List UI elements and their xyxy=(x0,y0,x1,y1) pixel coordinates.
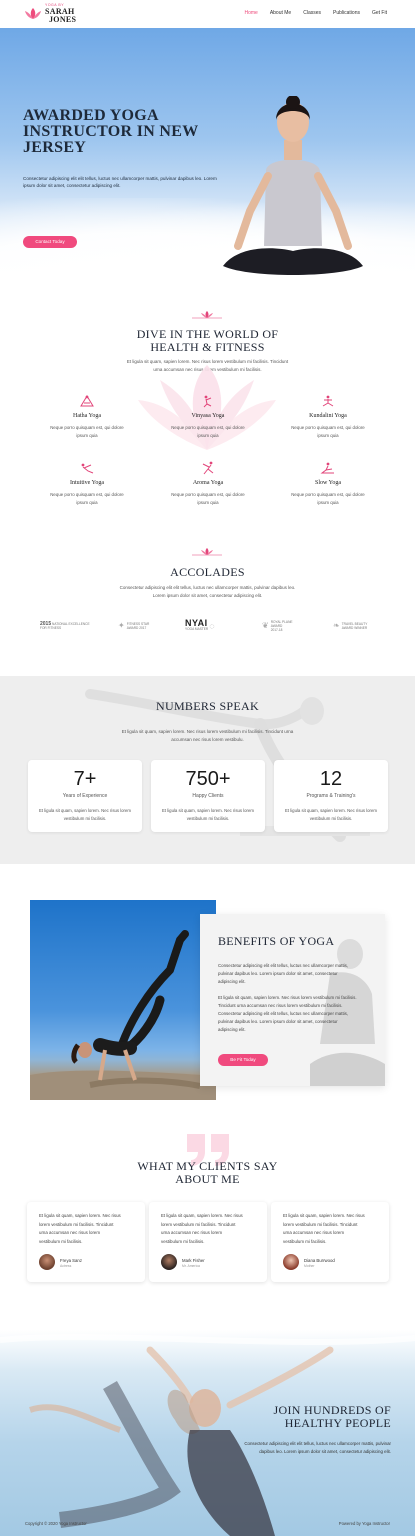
site-logo[interactable]: YOGA BY SARAH JONES xyxy=(24,4,77,24)
nav-publications[interactable]: Publications xyxy=(333,10,360,16)
testimonial-text: Et ligula sit quam, sapien lorem. Nec ri… xyxy=(283,1213,365,1244)
nav-about[interactable]: About Me xyxy=(270,10,291,16)
testimonial-card: Et ligula sit quam, sapien lorem. Nec ri… xyxy=(271,1202,389,1282)
logo-name-2: JONES xyxy=(49,14,77,24)
client-name: Diana Burrwood xyxy=(304,1258,335,1263)
award-nyai: NYAI YOGA MASTER ◌ xyxy=(185,618,215,632)
footer-powered-by[interactable]: Powered by Yoga Instructor xyxy=(339,1521,390,1526)
dancing-woman-background xyxy=(0,1334,415,1536)
lotus-divider-icon xyxy=(192,548,222,556)
hero-text: Consectetur adipiscing elit elit tellus,… xyxy=(23,176,217,188)
numbers-title: NUMBERS SPEAK xyxy=(156,699,259,713)
site-header: YOGA BY SARAH JONES Home About Me Classe… xyxy=(0,0,415,28)
feature-slow-yoga: Slow Yoga Neque porro quisquam est, qui … xyxy=(268,461,388,507)
nav-home[interactable]: Home xyxy=(244,10,257,16)
numbers-text: Et ligula sit quam, sapien lorem. Nec ri… xyxy=(121,729,294,742)
numbers-section: NUMBERS SPEAK Et ligula sit quam, sapien… xyxy=(0,676,415,864)
testimonial-card: Et ligula sit quam, sapien lorem. Nec ri… xyxy=(149,1202,267,1282)
stat-card-experience: 7+ Years of Experience Et ligula sit qua… xyxy=(28,760,142,832)
avatar xyxy=(161,1254,177,1270)
stat-card-programs: 12 Programs & Training's Et ligula sit q… xyxy=(274,760,388,832)
testimonial-text: Et ligula sit quam, sapien lorem. Nec ri… xyxy=(39,1213,121,1244)
star-icon: ✦ xyxy=(118,621,125,630)
award-national-excellence: 2015 NATIONAL EXCELLENCE FOR FITNESS xyxy=(40,621,90,631)
client-role: Mr. America xyxy=(182,1264,200,1268)
aroma-yoga-icon xyxy=(202,461,214,475)
testimonial-text: Et ligula sit quam, sapien lorem. Nec ri… xyxy=(161,1213,243,1244)
join-text: Consectetur adipiscing elit elit tellus,… xyxy=(244,1441,391,1454)
benefits-title: BENEFITS OF YOGA xyxy=(218,934,335,948)
be-fit-today-button[interactable]: Be Fit Today xyxy=(218,1054,268,1066)
kundalini-yoga-icon xyxy=(322,395,334,407)
testimonials-title: WHAT MY CLIENTS SAY ABOUT ME xyxy=(137,1159,278,1186)
feature-hatha-yoga: Hatha Yoga Neque porro quisquam est, qui… xyxy=(27,394,147,440)
wreath-icon: ❧ xyxy=(333,621,340,630)
lotus-circle-icon: ◌ xyxy=(209,621,215,631)
award-royal-plane: ❦ ROYAL PLANE AWARD 2017-18 xyxy=(262,620,293,632)
award-fitness-star: ✦ FITNESS STAR AWARD 2017 xyxy=(118,621,150,631)
testimonial-card: Et ligula sit quam, sapien lorem. Nec ri… xyxy=(27,1202,145,1282)
intuitive-yoga-icon xyxy=(81,463,94,474)
yoga-pose-photo xyxy=(30,900,216,1100)
main-nav: Home About Me Classes Publications Get F… xyxy=(244,10,387,16)
client-name: Freya Sanz xyxy=(60,1258,82,1263)
join-title: JOIN HUNDREDS OF HEALTHY PEOPLE xyxy=(273,1403,391,1430)
footer-copyright: Copyright © 2020 Yoga Instructor xyxy=(25,1521,87,1526)
client-role: Mother xyxy=(304,1264,315,1268)
feature-aroma-yoga: Aroma Yoga Neque porro quisquam est, qui… xyxy=(148,461,268,507)
feather-icon: ❦ xyxy=(262,621,269,630)
lotus-logo-icon xyxy=(25,8,41,19)
accolades-text: Consectetur adipiscing elit elit tellus,… xyxy=(119,585,296,598)
nav-classes[interactable]: Classes xyxy=(303,10,321,16)
feature-kundalini-yoga: Kundalini Yoga Neque porro quisquam est,… xyxy=(268,394,388,440)
slow-yoga-icon xyxy=(320,462,334,474)
feature-vinyasa-yoga: Vinyasa Yoga Neque porro quisquam est, q… xyxy=(148,394,268,440)
benefits-card: BENEFITS OF YOGA Consectetur adipiscing … xyxy=(200,914,385,1086)
avatar xyxy=(39,1254,55,1270)
client-name: Mark Fisher xyxy=(182,1258,205,1263)
vinyasa-yoga-icon xyxy=(203,395,212,408)
meditating-woman-image xyxy=(221,96,365,278)
benefits-paragraph-2: Et ligula sit quam, sapien lorem. Nec ri… xyxy=(218,995,357,1032)
benefits-paragraph-1: Consectetur adipiscing elit elit tellus,… xyxy=(218,963,349,984)
nav-get-fit[interactable]: Get Fit xyxy=(372,10,387,16)
award-travel-beauty: ❧ TRAVEL BEAUTY AWARD WINNER xyxy=(333,621,368,631)
dive-title: DIVE IN THE WORLD OF HEALTH & FITNESS xyxy=(136,327,279,354)
lotus-divider-icon xyxy=(192,311,222,319)
hero-section: AWARDED YOGA INSTRUCTOR IN NEW JERSEY Co… xyxy=(0,28,415,278)
join-section: JOIN HUNDREDS OF HEALTHY PEOPLE Consecte… xyxy=(0,1330,415,1536)
feature-intuitive-yoga: Intuitive Yoga Neque porro quisquam est,… xyxy=(27,461,147,507)
contact-today-button[interactable]: Contact Today xyxy=(23,236,77,248)
hero-title: AWARDED YOGA INSTRUCTOR IN NEW JERSEY xyxy=(23,107,199,156)
avatar xyxy=(283,1254,299,1270)
accolades-title: ACCOLADES xyxy=(170,565,245,579)
hatha-yoga-icon xyxy=(80,395,94,407)
stat-card-clients: 750+ Happy Clients Et ligula sit quam, s… xyxy=(151,760,265,832)
client-role: Actress xyxy=(60,1264,72,1268)
crow-pose-figure xyxy=(30,930,216,1100)
